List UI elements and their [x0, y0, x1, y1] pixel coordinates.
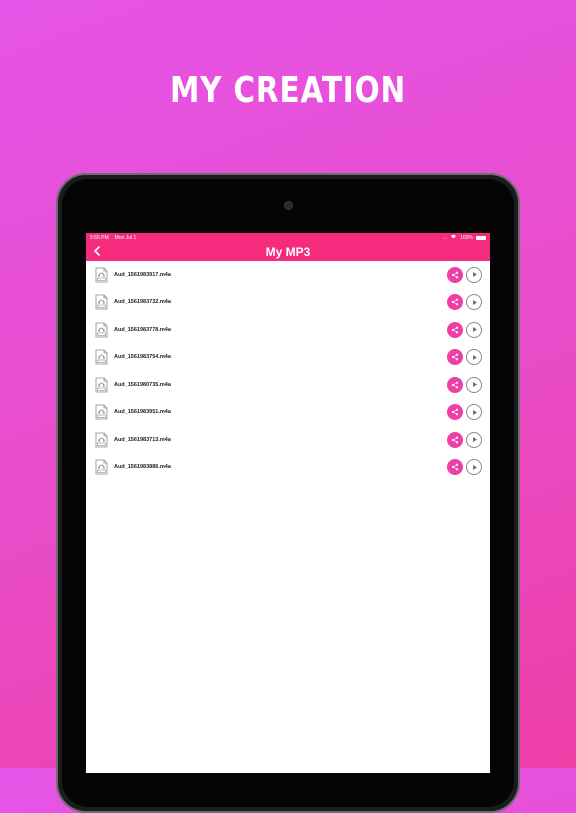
file-row-5[interactable]: Aud_1561980735.m4a	[86, 371, 490, 399]
file-row-4[interactable]: Aud_1561983754.m4a	[86, 344, 490, 372]
file-row-7[interactable]: Aud_1561983713.m4a	[86, 426, 490, 454]
play-button[interactable]	[466, 376, 482, 393]
audio-file-icon	[94, 349, 108, 366]
share-icon	[451, 353, 459, 361]
status-date: Mon Jul 1	[114, 234, 137, 241]
audio-file-icon	[94, 376, 108, 393]
play-button[interactable]	[466, 349, 482, 366]
share-button[interactable]	[447, 294, 463, 311]
share-icon	[451, 298, 459, 306]
app-screen: 5:55 PM Mon Jul 1 ... 100% My MP3 Aud_15…	[86, 233, 490, 773]
status-battery-text: 100%	[460, 234, 473, 241]
play-icon	[472, 299, 477, 305]
share-icon	[451, 436, 459, 444]
file-row-1[interactable]: Aud_1561983917.m4a	[86, 261, 490, 289]
play-button[interactable]	[466, 431, 482, 448]
audio-file-icon	[94, 459, 108, 476]
play-button[interactable]	[466, 294, 482, 311]
file-name: Aud_1561983917.m4a	[114, 271, 171, 278]
nav-bar: My MP3	[86, 242, 490, 261]
file-row-8[interactable]: Aud_1561983886.m4a	[86, 454, 490, 482]
share-button[interactable]	[447, 266, 463, 283]
play-button[interactable]	[466, 266, 482, 283]
file-name: Aud_1561983778.m4a	[114, 326, 171, 333]
file-row-3[interactable]: Aud_1561983778.m4a	[86, 316, 490, 344]
file-list: Aud_1561983917.m4a Aud_1561983732.m4a Au…	[86, 261, 490, 481]
file-name: Aud_1561983754.m4a	[114, 354, 171, 361]
play-icon	[472, 327, 477, 333]
play-button[interactable]	[466, 321, 482, 338]
camera-icon	[284, 201, 293, 210]
share-icon	[451, 408, 459, 416]
share-button[interactable]	[447, 321, 463, 338]
audio-file-icon	[94, 431, 108, 448]
chevron-left-icon[interactable]	[90, 244, 104, 258]
file-name: Aud_1561983713.m4a	[114, 436, 171, 443]
share-icon	[451, 326, 459, 334]
play-button[interactable]	[466, 404, 482, 421]
play-icon	[472, 409, 477, 415]
file-row-6[interactable]: Aud_1561983951.m4a	[86, 399, 490, 427]
status-time: 5:55 PM	[90, 234, 109, 241]
battery-icon	[476, 235, 486, 240]
wifi-icon	[450, 234, 457, 241]
play-icon	[472, 354, 477, 360]
status-dots: ...	[443, 234, 448, 241]
share-button[interactable]	[447, 376, 463, 393]
play-icon	[472, 437, 477, 443]
play-button[interactable]	[466, 459, 482, 476]
play-icon	[472, 464, 477, 470]
file-row-2[interactable]: Aud_1561983732.m4a	[86, 289, 490, 317]
audio-file-icon	[94, 321, 108, 338]
share-button[interactable]	[447, 431, 463, 448]
share-button[interactable]	[447, 459, 463, 476]
file-name: Aud_1561980735.m4a	[114, 381, 171, 388]
audio-file-icon	[94, 294, 108, 311]
play-icon	[472, 382, 477, 388]
audio-file-icon	[94, 404, 108, 421]
promo-title: MY CREATION	[169, 70, 407, 111]
share-icon	[451, 271, 459, 279]
share-icon	[451, 463, 459, 471]
file-name: Aud_1561983732.m4a	[114, 299, 171, 306]
play-icon	[472, 272, 477, 278]
file-name: Aud_1561983951.m4a	[114, 409, 171, 416]
status-bar: 5:55 PM Mon Jul 1 ... 100%	[86, 233, 490, 242]
file-name: Aud_1561983886.m4a	[114, 464, 171, 471]
audio-file-icon	[94, 266, 108, 283]
share-button[interactable]	[447, 349, 463, 366]
share-icon	[451, 381, 459, 389]
share-button[interactable]	[447, 404, 463, 421]
page-title: My MP3	[265, 244, 311, 259]
